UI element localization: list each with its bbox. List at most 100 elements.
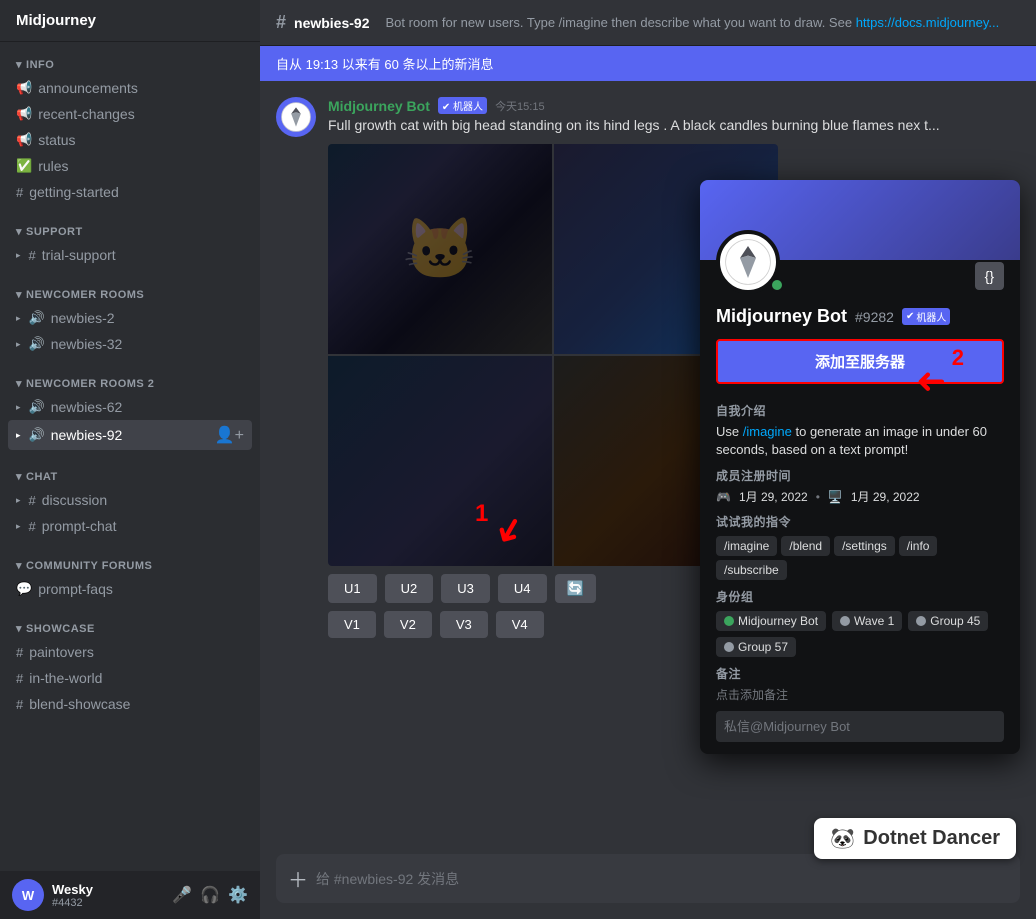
- message-time-1: 今天15:15: [495, 98, 545, 114]
- voice-icon-3: 🔊: [29, 399, 45, 415]
- sidebar-item-status[interactable]: 📢 status: [8, 127, 252, 153]
- button-u1[interactable]: U1: [328, 574, 377, 603]
- profile-popup: {} Midjourney Bot #9282 ✔ 机器人 添加至服务器 自我介…: [700, 180, 1020, 754]
- dotnet-icon: 🐼: [830, 826, 855, 851]
- profile-bot-badge: ✔ 机器人: [902, 308, 950, 325]
- section-newcomer-rooms-2: ▾ NEWCOMER ROOMS 2 ▸ 🔊 newbies-62 ▸ 🔊 ne…: [0, 361, 260, 454]
- cmd-info[interactable]: /info: [899, 536, 938, 556]
- sidebar-item-announcements[interactable]: 📢 announcements: [8, 75, 252, 101]
- image-1: [328, 144, 552, 354]
- profile-username: Midjourney Bot: [716, 306, 847, 327]
- sidebar-item-newbies-92[interactable]: ▸ 🔊 newbies-92 👤+: [8, 420, 252, 450]
- profile-action-button[interactable]: {}: [975, 262, 1004, 290]
- headset-icon[interactable]: 🎧: [200, 885, 220, 905]
- section-label-showcase: ▾ SHOWCASE: [8, 622, 252, 635]
- user-info: Wesky #4432: [52, 882, 164, 909]
- arrow-icon-6: ▸: [16, 495, 21, 506]
- channel-link[interactable]: https://docs.midjourney...: [856, 15, 1000, 30]
- hash-icon-6: #: [16, 671, 23, 686]
- section-label-newcomer-rooms: ▾ NEWCOMER ROOMS: [8, 288, 252, 301]
- section-support: ▾ SUPPORT ▸ # trial-support: [0, 209, 260, 272]
- message-input-field[interactable]: [316, 871, 1008, 887]
- button-u2[interactable]: U2: [385, 574, 434, 603]
- sidebar-item-paintovers[interactable]: # paintovers: [8, 639, 252, 665]
- dm-input[interactable]: [716, 711, 1004, 742]
- refresh-button[interactable]: 🔄: [555, 574, 596, 603]
- section-info: ▾ INFO 📢 announcements 📢 recent-changes …: [0, 42, 260, 209]
- note-placeholder[interactable]: 点击添加备注: [716, 686, 1004, 703]
- user-tag: #4432: [52, 897, 164, 909]
- message-author-1: Midjourney Bot: [328, 98, 430, 114]
- cmd-blend[interactable]: /blend: [781, 536, 830, 556]
- attach-icon[interactable]: ＋: [288, 864, 308, 893]
- avatar-status-dot: [770, 278, 784, 292]
- sidebar-item-discussion[interactable]: ▸ # discussion: [8, 487, 252, 513]
- sidebar-item-newbies-2[interactable]: ▸ 🔊 newbies-2: [8, 305, 252, 331]
- button-u3[interactable]: U3: [441, 574, 490, 603]
- channel-description: Bot room for new users. Type /imagine th…: [386, 15, 1000, 30]
- sidebar-item-trial-support[interactable]: ▸ # trial-support: [8, 242, 252, 268]
- sidebar-item-prompt-faqs[interactable]: 💬 prompt-faqs: [8, 576, 252, 602]
- arrow-icon-2: ▸: [16, 313, 21, 324]
- voice-icon-2: 🔊: [29, 336, 45, 352]
- button-v2[interactable]: V2: [384, 611, 432, 638]
- dotnet-label: Dotnet Dancer: [863, 827, 1000, 850]
- cmd-subscribe[interactable]: /subscribe: [716, 560, 787, 580]
- speaker-icon: 📢: [16, 80, 32, 96]
- profile-content: Midjourney Bot #9282 ✔ 机器人 添加至服务器 自我介绍 U…: [700, 294, 1020, 754]
- date-separator: •: [816, 490, 820, 504]
- hash-icon-3: #: [29, 493, 36, 508]
- message-input-box: ＋: [276, 854, 1020, 903]
- role-midjourney-bot: Midjourney Bot: [716, 611, 826, 631]
- sidebar-item-getting-started[interactable]: # getting-started: [8, 179, 252, 205]
- forum-icon: 💬: [16, 581, 32, 597]
- role-dot-3: [916, 616, 926, 626]
- sidebar-item-prompt-chat[interactable]: ▸ # prompt-chat: [8, 513, 252, 539]
- message-text-1: Full growth cat with big head standing o…: [328, 116, 1020, 136]
- role-wave1: Wave 1: [832, 611, 902, 631]
- profile-avatar-area: {}: [700, 230, 1020, 294]
- microphone-icon[interactable]: 🎤: [172, 885, 192, 905]
- sidebar-item-blend-showcase[interactable]: # blend-showcase: [8, 691, 252, 717]
- server-name[interactable]: Midjourney: [0, 0, 260, 42]
- role-group45: Group 45: [908, 611, 988, 631]
- arrow-icon-7: ▸: [16, 521, 21, 532]
- profile-bio: Use /imagine to generate an image in und…: [716, 423, 1004, 459]
- bot-avatar-1: [276, 97, 316, 137]
- section-label-chat: ▾ CHAT: [8, 470, 252, 483]
- voice-icon-4: 🔊: [29, 427, 45, 443]
- button-v3[interactable]: V3: [440, 611, 488, 638]
- role-group57: Group 57: [716, 637, 796, 657]
- notification-bar[interactable]: 自从 19:13 以来有 60 条以上的新消息: [260, 46, 1036, 81]
- sidebar: Midjourney ▾ INFO 📢 announcements 📢 rece…: [0, 0, 260, 919]
- sidebar-item-recent-changes[interactable]: 📢 recent-changes: [8, 101, 252, 127]
- speaker-icon-3: 📢: [16, 132, 32, 148]
- cmd-settings[interactable]: /settings: [834, 536, 895, 556]
- cmd-imagine[interactable]: /imagine: [716, 536, 777, 556]
- profile-name-row: Midjourney Bot #9282 ✔ 机器人: [716, 306, 1004, 327]
- sidebar-item-in-the-world[interactable]: # in-the-world: [8, 665, 252, 691]
- hash-icon-2: #: [29, 248, 36, 263]
- settings-icon[interactable]: ⚙️: [228, 885, 248, 905]
- sidebar-item-rules[interactable]: ✅ rules: [8, 153, 252, 179]
- arrow-icon-4: ▸: [16, 402, 21, 413]
- add-member-icon[interactable]: 👤+: [215, 425, 244, 445]
- button-v4[interactable]: V4: [496, 611, 544, 638]
- button-v1[interactable]: V1: [328, 611, 376, 638]
- role-dot-2: [840, 616, 850, 626]
- discord-icon: 🎮: [716, 490, 731, 504]
- section-community-forums: ▾ COMMUNITY FORUMS 💬 prompt-faqs: [0, 543, 260, 606]
- section-newcomer-rooms: ▾ NEWCOMER ROOMS ▸ 🔊 newbies-2 ▸ 🔊 newbi…: [0, 272, 260, 361]
- add-server-button[interactable]: 添加至服务器: [716, 339, 1004, 384]
- dotnet-badge: 🐼 Dotnet Dancer: [814, 818, 1016, 859]
- profile-avatar-wrapper: [716, 230, 780, 294]
- imagine-link[interactable]: /imagine: [743, 424, 792, 439]
- avatar: W: [12, 879, 44, 911]
- notification-text: 自从 19:13 以来有 60 条以上的新消息: [276, 54, 493, 73]
- bio-title: 自我介绍: [716, 402, 1004, 419]
- bot-badge-1: ✔ 机器人: [438, 97, 487, 114]
- sidebar-item-newbies-62[interactable]: ▸ 🔊 newbies-62: [8, 394, 252, 420]
- button-u4[interactable]: U4: [498, 574, 547, 603]
- sidebar-item-newbies-32[interactable]: ▸ 🔊 newbies-32: [8, 331, 252, 357]
- section-label-support: ▾ SUPPORT: [8, 225, 252, 238]
